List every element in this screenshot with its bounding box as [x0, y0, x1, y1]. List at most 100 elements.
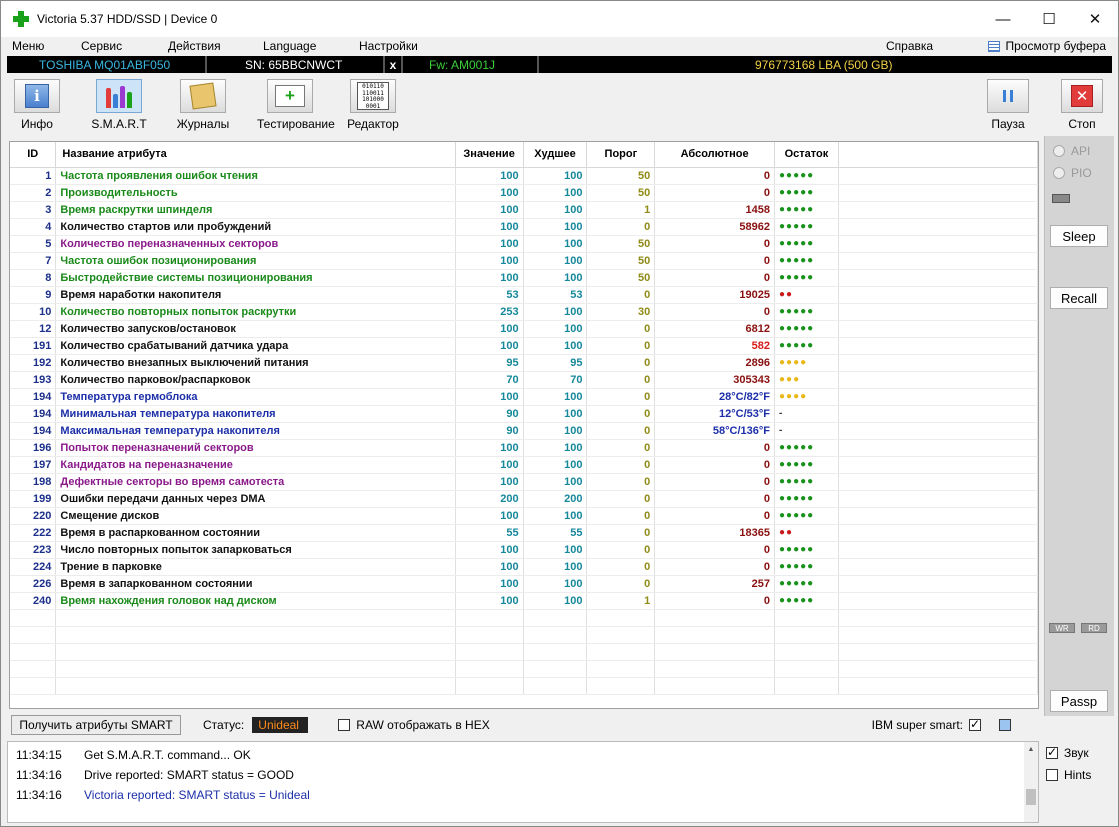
- scroll-thumb[interactable]: [1026, 789, 1036, 805]
- table-row[interactable]: 222 Время в распаркованном состоянии 55 55 0…: [10, 524, 1038, 542]
- api-radio[interactable]: API: [1053, 144, 1090, 158]
- table-row[interactable]: 9 Время наработки накопителя 53 53 0 19025 ●●: [10, 286, 1038, 304]
- ibm-super-smart-checkbox[interactable]: IBM super smart:: [872, 717, 981, 732]
- scroll-up-icon[interactable]: ▲: [1024, 742, 1038, 756]
- attr-health-dots: ●●●●●: [774, 218, 839, 236]
- table-row[interactable]: 198 Дефектные секторы во время самотеста 1…: [10, 473, 1038, 491]
- attr-threshold: 0: [586, 473, 656, 491]
- menu-actions[interactable]: Действия: [168, 39, 221, 53]
- attr-name: Количество внезапных выключений питания: [55, 354, 456, 372]
- table-row[interactable]: 192 Количество внезапных выключений питан…: [10, 354, 1038, 372]
- attr-id: 1: [10, 167, 57, 185]
- table-row[interactable]: 5 Количество переназначенных секторов 100 1…: [10, 235, 1038, 253]
- empty-cell: [55, 660, 456, 678]
- pause-button[interactable]: Пауза: [976, 79, 1040, 131]
- attr-threshold: 0: [586, 575, 656, 593]
- table-row[interactable]: 223 Число повторных попыток запарковаться…: [10, 541, 1038, 559]
- maximize-button[interactable]: ☐: [1026, 1, 1072, 37]
- table-row[interactable]: 193 Количество парковок/распарковок 70 70 0 3…: [10, 371, 1038, 389]
- attr-name: Количество стартов или пробуждений: [55, 218, 456, 236]
- table-row[interactable]: 8 Быстродействие системы позиционирования…: [10, 269, 1038, 287]
- table-row[interactable]: 224 Трение в парковке 100 100 0 0 ●●●●●: [10, 558, 1038, 576]
- log-message: Victoria reported: SMART status = Unidea…: [84, 788, 310, 802]
- table-row[interactable]: 220 Смещение дисков 100 100 0 0 ●●●●●: [10, 507, 1038, 525]
- table-row[interactable]: 10 Количество повторных попыток раскрутки…: [10, 303, 1038, 321]
- col-worst-header[interactable]: Худшее: [523, 142, 588, 168]
- hints-checkbox[interactable]: Hints: [1046, 768, 1091, 782]
- attr-threshold: 1: [586, 592, 656, 610]
- table-row[interactable]: 4 Количество стартов или пробуждений 100 10…: [10, 218, 1038, 236]
- passp-button[interactable]: Passp: [1050, 690, 1108, 712]
- table-row[interactable]: 226 Время в запаркованном состоянии 100 100…: [10, 575, 1038, 593]
- journals-tool-button[interactable]: Журналы: [171, 79, 235, 131]
- attr-health-dots: ●●: [774, 286, 839, 304]
- menu-language[interactable]: Language: [263, 39, 316, 53]
- col-threshold-header[interactable]: Порог: [586, 142, 656, 168]
- col-name-header[interactable]: Название атрибута: [55, 142, 456, 168]
- empty-cell: [838, 405, 1038, 423]
- attr-raw: 19025: [654, 286, 775, 304]
- empty-cell: [838, 677, 1038, 695]
- attr-worst: 100: [523, 337, 588, 355]
- table-row[interactable]: 7 Частота ошибок позиционирования 100 100 50…: [10, 252, 1038, 270]
- attr-threshold: 0: [586, 490, 656, 508]
- testing-tool-button[interactable]: + Тестирование: [257, 79, 335, 131]
- menu-help[interactable]: Справка: [886, 39, 933, 53]
- table-row[interactable]: 194 Максимальная температура накопителя 90…: [10, 422, 1038, 440]
- recall-button[interactable]: Recall: [1050, 287, 1108, 309]
- table-row[interactable]: 1 Частота проявления ошибок чтения 100 100 5…: [10, 167, 1038, 185]
- table-row[interactable]: 199 Ошибки передачи данных через DMA 200 20…: [10, 490, 1038, 508]
- table-row[interactable]: 240 Время нахождения головок над диском 10…: [10, 592, 1038, 610]
- table-row[interactable]: 191 Количество срабатываний датчика удара…: [10, 337, 1038, 355]
- pio-radio[interactable]: PIO: [1053, 166, 1092, 180]
- get-smart-button[interactable]: Получить атрибуты SMART: [11, 715, 181, 735]
- menu-main[interactable]: Меню: [12, 39, 44, 53]
- attr-health-dots: ●●●●●: [774, 507, 839, 525]
- blue-indicator-square[interactable]: [999, 719, 1011, 731]
- editor-tool-button[interactable]: 010110 110011 101000 0001 Редактор: [341, 79, 405, 131]
- attr-health-dots: -: [774, 422, 839, 440]
- table-row[interactable]: 194 Температура гермоблока 100 100 0 28°C/82°…: [10, 388, 1038, 406]
- stop-button[interactable]: ✕ Стоп: [1050, 79, 1114, 131]
- raw-hex-checkbox[interactable]: RAW отображать в HEX: [338, 718, 490, 732]
- table-row[interactable]: 2 Производительность 100 100 50 0 ●●●●●: [10, 184, 1038, 202]
- sleep-button[interactable]: Sleep: [1050, 225, 1108, 247]
- minimize-button[interactable]: —: [980, 1, 1026, 37]
- empty-cell: [523, 626, 588, 644]
- attr-name: Время раскрутки шпинделя: [55, 201, 456, 219]
- device-model[interactable]: TOSHIBA MQ01ABF050: [7, 56, 207, 73]
- attr-worst: 100: [523, 592, 588, 610]
- table-row[interactable]: 196 Попыток переназначений секторов 100 100…: [10, 439, 1038, 457]
- table-row[interactable]: 12 Количество запусков/остановок 100 100 0 68…: [10, 320, 1038, 338]
- device-close-button[interactable]: x: [385, 56, 403, 73]
- info-tool-button[interactable]: i Инфо: [5, 79, 69, 131]
- smart-tool-button[interactable]: S.M.A.R.T: [87, 79, 151, 131]
- attr-id: 194: [10, 388, 57, 406]
- attr-worst: 100: [523, 405, 588, 423]
- log-scrollbar[interactable]: ▲: [1024, 742, 1038, 822]
- menu-settings[interactable]: Настройки: [359, 39, 418, 53]
- attr-id: 224: [10, 558, 57, 576]
- buffer-view-button[interactable]: Просмотр буфера: [988, 37, 1106, 55]
- table-row[interactable]: 194 Минимальная температура накопителя 90 1…: [10, 405, 1038, 423]
- attr-worst: 100: [523, 439, 588, 457]
- col-health-header[interactable]: Остаток: [774, 142, 839, 168]
- attr-value: 90: [455, 422, 524, 440]
- sound-checkbox[interactable]: Звук: [1046, 745, 1091, 760]
- attr-health-dots: -: [774, 405, 839, 423]
- empty-cell: [586, 609, 656, 627]
- menu-service[interactable]: Сервис: [81, 39, 122, 53]
- table-row[interactable]: 197 Кандидатов на переназначение 100 100 0 0 ●…: [10, 456, 1038, 474]
- table-row[interactable]: 3 Время раскрутки шпинделя 100 100 1 1458 ●●●●…: [10, 201, 1038, 219]
- pause-frame: [987, 79, 1029, 113]
- log-panel[interactable]: 11:34:15 Get S.M.A.R.T. command... OK 11…: [7, 741, 1039, 823]
- attr-raw: 0: [654, 507, 775, 525]
- col-id-header[interactable]: ID: [10, 142, 57, 168]
- col-value-header[interactable]: Значение: [455, 142, 524, 168]
- col-raw-header[interactable]: Абсолютное: [654, 142, 775, 168]
- attr-name: Время наработки накопителя: [55, 286, 456, 304]
- close-button[interactable]: ✕: [1072, 1, 1118, 37]
- smart-attributes-grid[interactable]: ID Название атрибута Значение Худшее Пор…: [9, 141, 1039, 709]
- attr-name: Количество срабатываний датчика удара: [55, 337, 456, 355]
- attr-health-dots: ●●●●●: [774, 592, 839, 610]
